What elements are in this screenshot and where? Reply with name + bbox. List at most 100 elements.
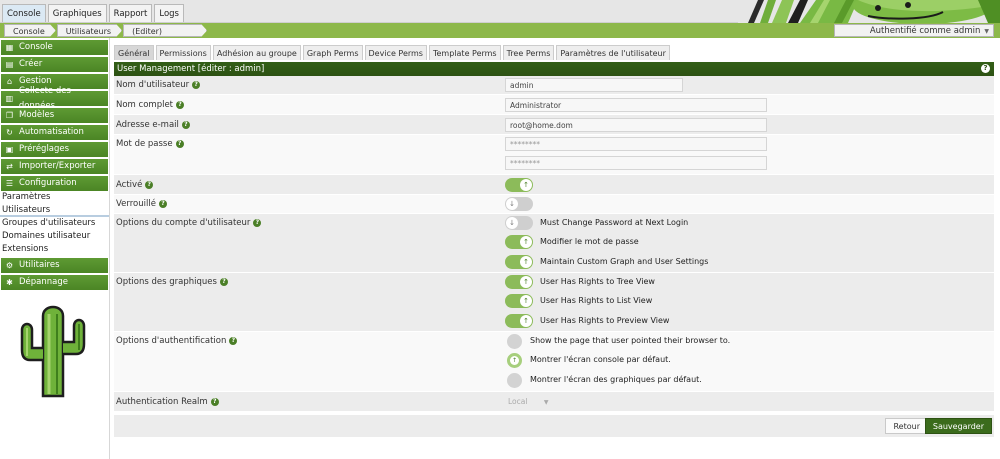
- tab-logs[interactable]: Logs: [154, 4, 184, 22]
- graph-options-label: Options des graphiques?: [116, 277, 228, 287]
- question-icon[interactable]: ?: [210, 398, 219, 406]
- question-icon[interactable]: ?: [176, 101, 185, 109]
- tab-rapport[interactable]: Rapport: [108, 4, 153, 22]
- sidebar-group-import-export[interactable]: ⇄ Importer/Exporter: [1, 159, 108, 174]
- sidebar-item-extensions[interactable]: Extensions: [0, 243, 109, 256]
- home-icon: ⌂: [6, 77, 13, 86]
- import-export-icon: ⇄: [6, 162, 13, 171]
- sidebar-item-parametres[interactable]: Paramètres: [0, 191, 109, 204]
- presets-icon: ▣: [5, 145, 14, 154]
- fullname-field[interactable]: Administrator: [505, 98, 767, 112]
- breadcrumb-bar: Console Utilisateurs (Editer) Authentifi…: [0, 23, 1000, 38]
- question-icon[interactable]: ?: [158, 200, 167, 208]
- database-icon: ▥: [5, 94, 14, 103]
- utilities-icon: ⚙: [5, 261, 14, 270]
- question-icon[interactable]: ?: [219, 278, 228, 286]
- row-username: Nom d'utilisateur? admin: [114, 76, 994, 95]
- label-text: Options des graphiques: [116, 277, 217, 287]
- sidebar-group-collecte[interactable]: ▥ Collecte des données: [1, 86, 108, 111]
- sidebar-item-domaines[interactable]: Domaines utilisateur: [0, 230, 109, 243]
- email-field[interactable]: root@home.dom: [505, 118, 767, 132]
- password-confirm-field[interactable]: ********: [505, 156, 767, 170]
- sidebar-group-automatisation[interactable]: ↻ Automatisation: [1, 125, 108, 140]
- row-password: Mot de passe? ******** ********: [114, 135, 994, 175]
- top-navigation-bar: Console Graphiques Rapport Logs: [0, 0, 1000, 23]
- toggle-on-icon: ↑: [520, 236, 532, 248]
- maintain-settings-toggle[interactable]: ↑: [505, 255, 533, 269]
- label-text: Verrouillé: [116, 199, 156, 209]
- tab-permissions[interactable]: Permissions: [155, 45, 211, 60]
- row-graph-options: Options des graphiques? ↑ User Has Right…: [114, 273, 994, 332]
- tab-template-perms[interactable]: Template Perms: [428, 45, 501, 60]
- panel-title: User Management [éditer : admin]: [117, 64, 265, 74]
- tab-general[interactable]: Général: [114, 45, 154, 60]
- question-icon[interactable]: ?: [175, 140, 184, 148]
- save-button[interactable]: Sauvegarder: [924, 418, 992, 434]
- auth-option-console-radio[interactable]: ↑: [507, 353, 522, 368]
- sidebar-group-prereglages[interactable]: ▣ Préréglages: [1, 142, 108, 157]
- question-icon[interactable]: ?: [253, 219, 262, 227]
- must-change-password-toggle[interactable]: ↓: [505, 216, 533, 230]
- label-text: Options d'authentification: [116, 336, 227, 346]
- tab-graphiques[interactable]: Graphiques: [47, 4, 107, 22]
- chart-icon: ▤: [5, 60, 14, 69]
- username-field[interactable]: admin: [505, 78, 683, 92]
- automation-icon: ↻: [6, 128, 13, 137]
- auth-option-referer-radio[interactable]: [507, 334, 522, 349]
- toggle-off-icon: ↓: [506, 198, 518, 210]
- row-locked: Verrouillé? ↓: [114, 195, 994, 214]
- list-view-toggle[interactable]: ↑: [505, 294, 533, 308]
- change-password-label: Modifier le mot de passe: [540, 237, 639, 246]
- breadcrumb-console[interactable]: Console: [4, 24, 56, 37]
- sidebar-group-label: Dépannage: [19, 277, 68, 287]
- label-text: Options du compte d'utilisateur: [116, 218, 251, 228]
- change-password-toggle[interactable]: ↑: [505, 235, 533, 249]
- toggle-on-icon: ↑: [520, 315, 532, 327]
- auth-option-console-label: Montrer l'écran console par défaut.: [530, 355, 671, 364]
- password-field[interactable]: ********: [505, 137, 767, 151]
- sidebar-group-label: Modèles: [19, 110, 55, 120]
- preview-view-toggle[interactable]: ↑: [505, 314, 533, 328]
- sidebar-group-configuration[interactable]: ☰ Configuration: [1, 176, 108, 191]
- username-label: Nom d'utilisateur?: [116, 80, 201, 90]
- tree-view-toggle[interactable]: ↑: [505, 275, 533, 289]
- tab-device-perms[interactable]: Device Perms: [364, 45, 427, 60]
- question-icon[interactable]: ?: [145, 181, 154, 189]
- user-menu[interactable]: Authentifié comme admin ▼: [834, 24, 994, 37]
- form-footer: Retour Sauvegarder: [114, 415, 994, 437]
- sidebar-item-utilisateurs[interactable]: Utilisateurs: [0, 204, 109, 217]
- auth-option-graphs-radio[interactable]: [507, 373, 522, 388]
- main-content: Général Permissions Adhésion au groupe G…: [114, 45, 994, 437]
- back-button[interactable]: Retour: [885, 418, 928, 434]
- toggle-off-icon: ↓: [506, 217, 518, 229]
- map-icon: ▦: [5, 43, 14, 52]
- sidebar-group-label: Automatisation: [19, 127, 84, 137]
- chevron-down-icon: ▼: [543, 399, 549, 406]
- tab-tree-perms[interactable]: Tree Perms: [502, 45, 555, 60]
- auth-realm-select[interactable]: Local ▼: [505, 395, 548, 409]
- locked-toggle[interactable]: ↓: [505, 197, 533, 211]
- row-enabled: Activé? ↑: [114, 175, 994, 195]
- question-icon[interactable]: ?: [192, 81, 201, 89]
- sidebar-group-utilitaires[interactable]: ⚙ Utilitaires: [1, 258, 108, 273]
- toggle-on-icon: ↑: [520, 256, 532, 268]
- tab-graph-perms[interactable]: Graph Perms: [302, 45, 363, 60]
- tab-console[interactable]: Console: [2, 4, 46, 22]
- sidebar-group-console[interactable]: ▦ Console: [1, 40, 108, 55]
- breadcrumb-utilisateurs[interactable]: Utilisateurs: [57, 24, 122, 37]
- sidebar-item-groupes[interactable]: Groupes d'utilisateurs: [0, 217, 109, 230]
- tab-group-membership[interactable]: Adhésion au groupe: [212, 45, 301, 60]
- help-icon[interactable]: ?: [981, 64, 990, 73]
- question-icon[interactable]: ?: [181, 121, 190, 129]
- enabled-label: Activé?: [116, 180, 154, 190]
- tab-user-settings[interactable]: Paramètres de l'utilisateur: [556, 45, 670, 60]
- sidebar: ▦ Console ▤ Créer ⌂ Gestion ▥ Collecte des d…: [0, 38, 110, 459]
- enabled-toggle[interactable]: ↑: [505, 178, 533, 192]
- label-text: Nom d'utilisateur: [116, 80, 190, 90]
- toggle-on-icon: ↑: [520, 179, 532, 191]
- sidebar-group-depannage[interactable]: ✱ Dépannage: [1, 275, 108, 290]
- user-edit-tabs: Général Permissions Adhésion au groupe G…: [114, 45, 994, 60]
- question-icon[interactable]: ?: [229, 337, 238, 345]
- sidebar-group-creer[interactable]: ▤ Créer: [1, 57, 108, 72]
- preview-view-label: User Has Rights to Preview View: [540, 316, 670, 325]
